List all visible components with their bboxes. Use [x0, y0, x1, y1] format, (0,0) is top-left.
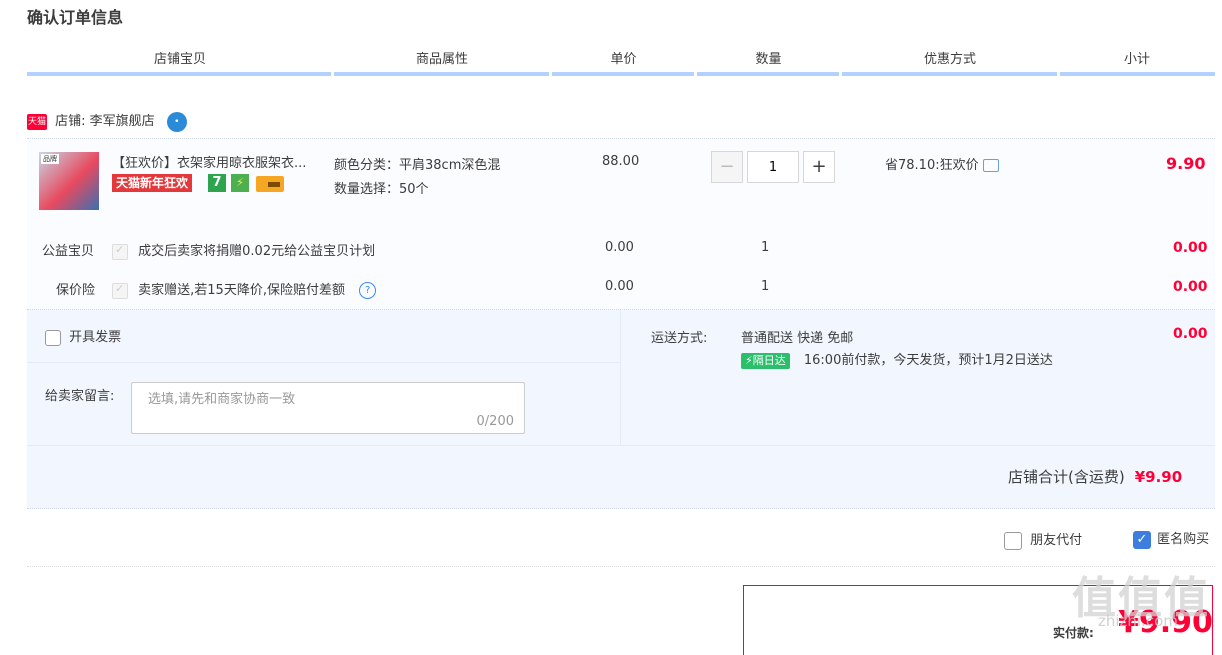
insurance-row: 卖家赠送,若15天降价,保险赔付差额 ?: [112, 279, 377, 299]
promo-tag: 天猫新年狂欢: [112, 174, 193, 192]
qty-input[interactable]: [747, 151, 799, 183]
col-quantity: 数量: [755, 52, 782, 67]
seller-message-input[interactable]: [146, 391, 510, 408]
insurance-label: 保价险: [56, 283, 96, 298]
thumb-label: 品牌: [41, 154, 59, 164]
col-shop-item: 店铺宝贝: [153, 52, 206, 67]
charity-subtotal: 0.00: [1173, 240, 1208, 256]
divider: [27, 445, 1215, 446]
header-bar: [27, 72, 331, 76]
next-day-text: 隔日达: [752, 353, 786, 367]
discount-text: 省78.10:狂欢价: [885, 158, 979, 173]
wangwang-chat-icon[interactable]: •: [166, 111, 187, 132]
charity-checkbox: [112, 243, 128, 260]
order-table-header: 店铺宝贝 商品属性 单价 数量 优惠方式 小计: [27, 48, 1215, 76]
header-bar: [552, 72, 694, 76]
friend-pay-label: 朋友代付: [1030, 533, 1083, 548]
col-attributes: 商品属性: [415, 52, 468, 67]
shop-name-link[interactable]: 李军旗舰店: [90, 114, 155, 129]
shop-total: 店铺合计(含运费) ¥9.90: [1008, 466, 1182, 487]
message-char-count: 0/200: [476, 414, 514, 429]
insurance-price: 0.00: [605, 279, 634, 294]
invoice-label: 开具发票: [69, 330, 122, 345]
guarantee-icon: ⚡: [231, 174, 249, 192]
insurance-qty: 1: [761, 279, 770, 294]
comment-icon[interactable]: [982, 159, 999, 172]
message-label: 给卖家留言:: [45, 389, 115, 404]
unit-price: 88.00: [602, 154, 640, 169]
col-subtotal: 小计: [1123, 52, 1150, 67]
shop-label: 店铺:: [55, 114, 86, 129]
anonymous-checkbox[interactable]: ✓: [1133, 530, 1151, 549]
message-box[interactable]: 0/200: [131, 382, 525, 434]
header-bar: [334, 72, 549, 76]
product-thumbnail[interactable]: 品牌: [39, 152, 99, 210]
seven-day-return-icon: 7: [208, 174, 226, 192]
shipping-note: 16:00前付款，今天发货，预计1月2日送达: [803, 353, 1053, 368]
pay-label: 实付款:: [1053, 626, 1094, 640]
tmall-icon: 天猫: [27, 113, 47, 130]
friend-pay-checkbox[interactable]: [1004, 531, 1022, 550]
attr-color: 颜色分类：平肩38cm深色混: [334, 158, 501, 173]
product-title-link[interactable]: 【狂欢价】衣架家用晾衣服架衣...: [112, 152, 327, 171]
header-bar: [1060, 72, 1215, 76]
credit-card-icon: [256, 176, 284, 192]
shipping-note-row: ⚡隔日达 16:00前付款，今天发货，预计1月2日送达: [741, 349, 1053, 369]
charity-row: 成交后卖家将捐赠0.02元给公益宝贝计划: [112, 240, 375, 260]
insurance-subtotal: 0.00: [1173, 279, 1208, 295]
charity-label: 公益宝贝: [42, 244, 95, 259]
shop-total-amount: ¥9.90: [1134, 468, 1183, 486]
charity-price: 0.00: [605, 240, 634, 255]
shop-total-label: 店铺合计(含运费): [1008, 468, 1125, 486]
item-subtotal: 9.90: [1166, 154, 1206, 173]
anonymous-option[interactable]: ✓ 匿名购买: [1133, 528, 1209, 549]
anonymous-label: 匿名购买: [1157, 532, 1210, 547]
page-title: 确认订单信息: [27, 8, 124, 27]
attr-qty: 数量选择：50个: [334, 182, 429, 197]
divider: [27, 566, 1215, 567]
header-bar: [697, 72, 839, 76]
header-bar: [842, 72, 1057, 76]
charity-qty: 1: [761, 240, 770, 255]
insurance-checkbox: [112, 282, 128, 299]
invoice-option[interactable]: 开具发票: [45, 326, 121, 346]
friend-pay-option[interactable]: 朋友代付: [1004, 529, 1082, 550]
invoice-checkbox[interactable]: [45, 329, 61, 346]
col-discount: 优惠方式: [923, 52, 976, 67]
qty-minus-button[interactable]: −: [711, 151, 743, 183]
help-icon[interactable]: ?: [359, 282, 377, 299]
col-unit-price: 单价: [610, 52, 637, 67]
next-day-badge: ⚡隔日达: [741, 352, 790, 369]
divider: [620, 310, 621, 445]
shipping-fee: 0.00: [1173, 326, 1208, 342]
charity-text: 成交后卖家将捐赠0.02元给公益宝贝计划: [138, 244, 376, 259]
shop-line: 天猫 店铺: 李军旗舰店 •: [27, 111, 187, 133]
insurance-text: 卖家赠送,若15天降价,保险赔付差额: [138, 283, 345, 298]
discount-info: 省78.10:狂欢价: [885, 154, 999, 173]
shipping-method: 普通配送 快递 免邮: [741, 331, 854, 346]
watermark-domain: zhizhi.com: [1098, 612, 1178, 630]
divider: [27, 362, 620, 363]
shipping-label: 运送方式:: [651, 331, 708, 346]
qty-plus-button[interactable]: +: [803, 151, 835, 183]
